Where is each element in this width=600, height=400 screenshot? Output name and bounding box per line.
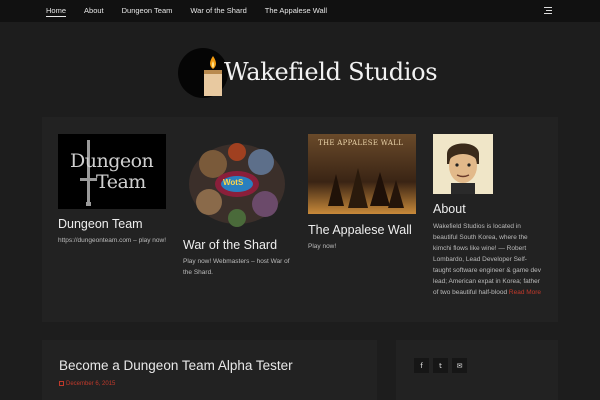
nav-menu: Home About Dungeon Team War of the Shard… [46, 0, 345, 22]
dungeon-team-logo-line1: Dungeon [70, 150, 154, 172]
appalese-wall-caption: THE APPALESE WALL [318, 139, 404, 147]
read-more-link[interactable]: Read More [509, 289, 541, 296]
nav-item-about[interactable]: About [84, 0, 104, 22]
post-date-text: December 6, 2015 [66, 381, 116, 387]
logo-emblem [178, 48, 228, 98]
war-of-the-shard-thumbnail[interactable]: WotS [183, 134, 291, 232]
email-icon[interactable]: ✉ [452, 358, 467, 373]
appalese-wall-thumbnail[interactable]: THE APPALESE WALL [308, 134, 416, 214]
game-badge-text: WotS [223, 178, 244, 187]
about-excerpt-text: Wakefield Studios is located in beautifu… [433, 223, 542, 296]
site-logo[interactable]: Wakefield Studios [178, 46, 438, 100]
about-author-portrait[interactable] [433, 134, 493, 194]
twitter-icon[interactable]: t [433, 358, 448, 373]
portrait-image [447, 143, 479, 194]
nav-item-war-of-the-shard[interactable]: War of the Shard [190, 0, 246, 22]
card-title[interactable]: Dungeon Team [58, 217, 143, 231]
list-icon[interactable] [544, 7, 552, 15]
dungeon-team-logo-line2: Team [96, 171, 146, 193]
nav-item-appalese-wall[interactable]: The Appalese Wall [265, 0, 327, 22]
post-date[interactable]: December 6, 2015 [59, 381, 115, 387]
social-links-widget: f t ✉ [396, 340, 558, 400]
card-title[interactable]: About [433, 202, 466, 216]
nav-item-home[interactable]: Home [46, 0, 67, 22]
card-excerpt: Play now! [308, 243, 337, 250]
card-title[interactable]: War of the Shard [183, 238, 277, 252]
post-title[interactable]: Become a Dungeon Team Alpha Tester [59, 358, 293, 373]
top-navigation: Home About Dungeon Team War of the Shard… [0, 0, 600, 22]
card-excerpt: Wakefield Studios is located in beautifu… [433, 221, 543, 298]
card-title[interactable]: The Appalese Wall [308, 223, 412, 237]
nav-item-dungeon-team[interactable]: Dungeon Team [122, 0, 173, 22]
card-excerpt: Play now! Webmasters – host War of the S… [183, 258, 290, 276]
dungeon-team-thumbnail[interactable]: Dungeon Team [58, 134, 166, 209]
calendar-icon [59, 381, 64, 386]
facebook-icon[interactable]: f [414, 358, 429, 373]
candle-icon [204, 56, 222, 96]
featured-pages-panel: Dungeon Team Dungeon Team https://dungeo… [42, 117, 558, 322]
card-excerpt: https://dungeonteam.com – play now! [58, 237, 167, 244]
logo-text: Wakefield Studios [224, 58, 438, 86]
blog-post-card: Become a Dungeon Team Alpha Tester Decem… [42, 340, 377, 400]
